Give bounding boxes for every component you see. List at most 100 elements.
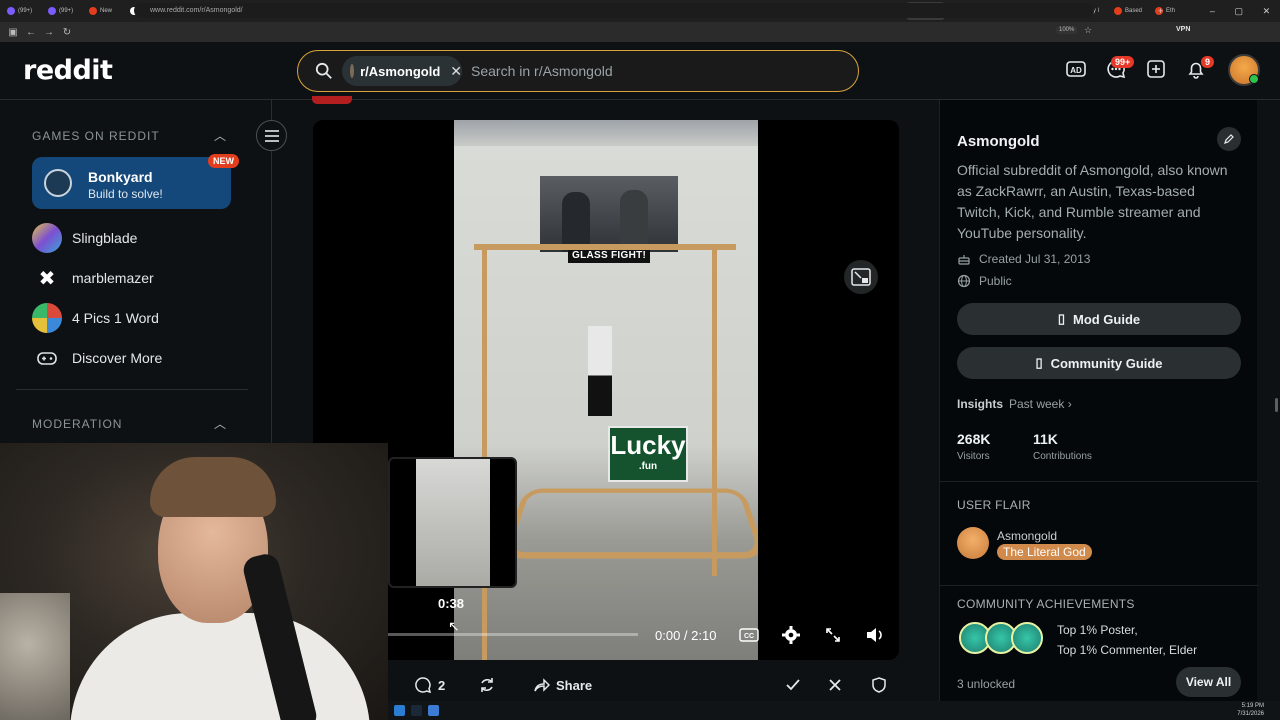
- view-all-button[interactable]: View All: [1176, 667, 1241, 697]
- game-label: Slingblade: [72, 230, 138, 246]
- achievement-line-2: Top 1% Commenter, Elder: [1057, 643, 1198, 657]
- wood-beam: [474, 244, 736, 250]
- user-avatar[interactable]: [1228, 54, 1260, 86]
- sidebar-game-marblemazer[interactable]: ✖ marblemazer: [32, 262, 252, 294]
- visibility: Public: [957, 274, 1012, 288]
- controller-icon: [37, 352, 57, 365]
- notification-badge: 9: [1201, 56, 1215, 68]
- browser-tab[interactable]: (99+): [4, 2, 43, 20]
- sidebar-game-4pics[interactable]: 4 Pics 1 Word: [32, 302, 252, 334]
- forward-icon[interactable]: →: [40, 27, 58, 38]
- sidebar-toggle-icon[interactable]: ▣: [4, 27, 22, 38]
- start-icon[interactable]: [394, 705, 405, 716]
- captions-button[interactable]: CC: [738, 624, 760, 646]
- steam-icon[interactable]: [411, 705, 422, 716]
- window-controls: – ▢ ✕: [1200, 0, 1280, 22]
- mod-guide-button[interactable]: ▯ Mod Guide: [957, 303, 1241, 335]
- book-icon: ▯: [1035, 355, 1043, 370]
- featured-game-name: Bonkyard: [88, 169, 153, 185]
- remove-chip-icon[interactable]: ✕: [450, 63, 462, 80]
- book-icon: ▯: [1057, 311, 1065, 326]
- svg-text:CC: CC: [744, 633, 754, 640]
- close-window-icon[interactable]: ✕: [1263, 6, 1271, 17]
- crosspost-button[interactable]: [478, 672, 496, 698]
- globe-icon: [957, 274, 971, 288]
- game-label: marblemazer: [72, 270, 154, 286]
- tab-label: New: [100, 8, 113, 14]
- mod-shield-button[interactable]: [870, 672, 888, 698]
- wood-ring: [500, 488, 758, 559]
- insights-range: Past week: [1009, 397, 1065, 411]
- sidebar-game-slingblade[interactable]: Slingblade: [32, 222, 252, 254]
- comments-button[interactable]: 2: [414, 672, 445, 698]
- community-guide-label: Community Guide: [1050, 355, 1163, 371]
- sidebar-divider: [16, 389, 248, 390]
- sidebar-menu-button[interactable]: [256, 120, 287, 151]
- flair-tag[interactable]: The Literal God: [997, 544, 1092, 560]
- subreddit-search-chip[interactable]: r/Asmongold ✕: [342, 56, 462, 86]
- wood-post: [482, 246, 487, 660]
- mod-guide-label: Mod Guide: [1072, 311, 1141, 327]
- search-placeholder: Search in r/Asmongold: [471, 63, 613, 79]
- sponsor-sign: Lucky .fun: [608, 426, 688, 482]
- advertise-icon[interactable]: AD: [1065, 58, 1087, 80]
- os-taskbar: 5:19 PM 7/31/2026: [388, 701, 1280, 720]
- reddit-logo[interactable]: reddit: [23, 55, 113, 86]
- search-bar[interactable]: r/Asmongold ✕ Search in r/Asmongold: [297, 50, 859, 92]
- create-post-icon[interactable]: [1145, 58, 1167, 80]
- collapse-moderation-icon[interactable]: ︿: [214, 415, 226, 432]
- reload-icon[interactable]: ↻: [58, 27, 76, 38]
- closed-captions-icon: CC: [739, 628, 759, 642]
- video-progress-bar[interactable]: [388, 633, 638, 636]
- picture-in-picture-icon: [851, 268, 871, 286]
- browser-tab[interactable]: Based: [1111, 2, 1150, 20]
- achievements-unlocked: 3 unlocked: [957, 677, 1016, 691]
- word-game-icon: [32, 303, 62, 333]
- streamer-shirt: [70, 613, 370, 720]
- visitors-count: 268K: [957, 431, 991, 447]
- url-field[interactable]: www.reddit.com/r/Asmongold/: [134, 3, 1094, 18]
- subreddit-avatar: [350, 64, 355, 78]
- fullscreen-button[interactable]: [822, 624, 844, 646]
- pip-button[interactable]: [844, 260, 878, 294]
- minimize-icon[interactable]: –: [1210, 6, 1215, 16]
- settings-button[interactable]: [780, 624, 802, 646]
- volume-button[interactable]: [864, 624, 886, 646]
- community-guide-button[interactable]: ▯ Community Guide: [957, 347, 1241, 379]
- sidebar-discover-more[interactable]: Discover More: [32, 342, 252, 374]
- post-action-bar: 2 Share: [388, 668, 908, 702]
- vpn-badge[interactable]: VPN: [1176, 26, 1190, 33]
- app-icon[interactable]: [428, 705, 439, 716]
- browser-tab[interactable]: New: [86, 2, 125, 20]
- page-scrollbar-thumb[interactable]: [1275, 398, 1278, 412]
- marble-icon: ✖: [38, 267, 56, 290]
- game-label: Discover More: [72, 350, 163, 366]
- remove-button[interactable]: [826, 672, 844, 698]
- insights-range-link[interactable]: Past week ›: [1009, 397, 1072, 411]
- browser-tab[interactable]: (99+): [45, 2, 84, 20]
- insights-label: Insights: [957, 397, 1004, 411]
- ceiling: [454, 120, 758, 146]
- share-icon: [534, 678, 550, 692]
- system-clock[interactable]: 5:19 PM 7/31/2026: [1237, 702, 1264, 718]
- featured-game-bonkyard[interactable]: Bonkyard Build to solve!: [32, 157, 231, 209]
- contributions-label: Contributions: [1033, 451, 1092, 462]
- collapse-games-icon[interactable]: ︿: [214, 127, 226, 144]
- back-icon[interactable]: ←: [22, 27, 40, 38]
- flair-username: Asmongold: [997, 529, 1058, 543]
- flair-avatar: [957, 527, 989, 559]
- zoom-badge[interactable]: 100%: [1056, 26, 1078, 34]
- approve-button[interactable]: [784, 672, 802, 698]
- post-flair-pill: [312, 96, 352, 104]
- achievement-badge-icon[interactable]: [1011, 622, 1043, 654]
- svg-text:AD: AD: [1070, 66, 1082, 75]
- bookmark-star-icon[interactable]: ☆: [1084, 25, 1092, 36]
- edit-community-button[interactable]: [1217, 127, 1241, 151]
- volume-icon: [867, 628, 882, 642]
- maximize-icon[interactable]: ▢: [1234, 6, 1243, 17]
- tab-favicon-icon: [7, 7, 15, 15]
- achievement-line-1: Top 1% Poster,: [1057, 623, 1138, 637]
- share-button[interactable]: Share: [532, 672, 592, 698]
- search-icon: [315, 62, 332, 79]
- new-tab-button[interactable]: +: [1158, 0, 1163, 22]
